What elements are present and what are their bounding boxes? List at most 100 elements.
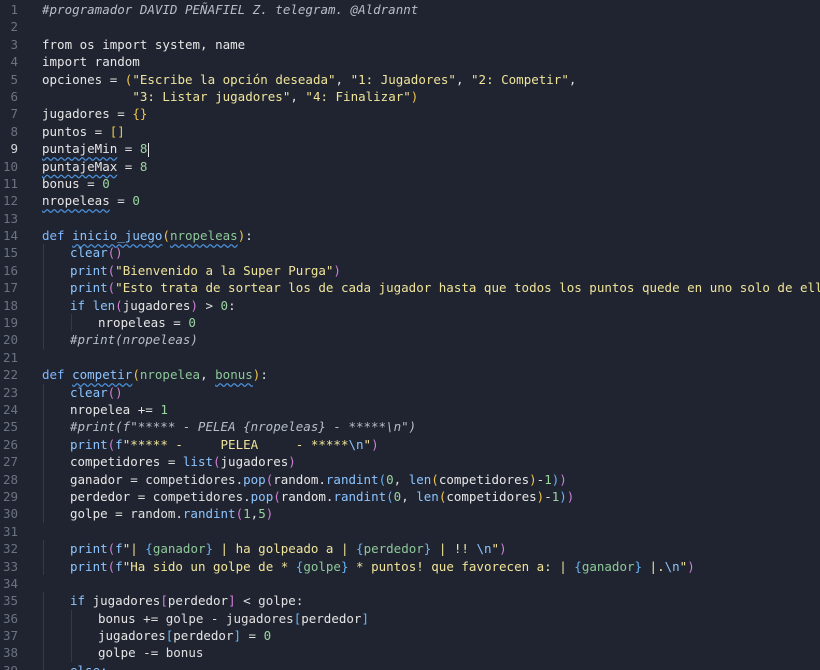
code-text[interactable]: perdedor = competidores.pop(random.randi…	[70, 488, 574, 505]
code-token: = competidores.	[130, 488, 251, 504]
code-line[interactable]: 6 "3: Listar jugadores", "4: Finalizar")	[0, 88, 820, 105]
indent-guide	[71, 609, 72, 628]
code-line[interactable]: 9 puntajeMin = 8	[0, 140, 820, 157]
code-line[interactable]: 18 if len(jugadores) > 0:	[0, 296, 820, 315]
code-line[interactable]: 27 competidores = list(jugadores)	[0, 453, 820, 471]
code-text[interactable]: print("Esto trata de sortear los de cada…	[70, 279, 820, 296]
code-line[interactable]: 2	[0, 18, 820, 35]
code-token: = random.	[107, 506, 183, 522]
code-token: "Esto trata de sortear los de cada jugad…	[115, 280, 820, 296]
code-line[interactable]: 13	[0, 210, 820, 227]
code-editor[interactable]: 1 #programador DAVID PEÑAFIEL Z. telegram…	[0, 0, 820, 670]
code-line[interactable]: 11 bonus = 0	[0, 175, 820, 192]
code-text[interactable]: bonus += golpe - jugadores[perdedor]	[98, 610, 369, 627]
code-line[interactable]: 33 print(f"Ha sido un golpe de * {golpe} …	[0, 557, 820, 575]
code-line[interactable]: 26 print(f"***** - PELEA - *****\n")	[0, 435, 820, 454]
code-token: )	[190, 297, 198, 313]
code-text[interactable]: #programador DAVID PEÑAFIEL Z. telegram.…	[42, 1, 418, 18]
code-token: :	[260, 367, 268, 383]
code-text[interactable]: def competir(nropelea, bonus):	[42, 366, 268, 383]
indent-guide	[43, 331, 44, 349]
code-line[interactable]: 23 clear()	[0, 383, 820, 401]
code-line[interactable]: 36 bonus += golpe - jugadores[perdedor]	[0, 609, 820, 628]
code-text[interactable]: print(f"***** - PELEA - *****\n")	[70, 436, 379, 453]
code-text[interactable]: bonus = 0	[42, 175, 110, 192]
code-text[interactable]: print(f"Ha sido un golpe de * {golpe} * …	[70, 558, 695, 575]
indent-guide	[43, 418, 44, 436]
line-number: 25	[2, 419, 18, 435]
code-line[interactable]: 34	[0, 575, 820, 592]
indent-guide	[43, 627, 44, 645]
code-token: )	[566, 488, 575, 504]
code-token: "Escribe la opción deseada"	[132, 71, 336, 87]
code-line[interactable]: 16 print("Bienvenido a la Super Purga")	[0, 261, 820, 280]
code-token: f	[115, 558, 123, 574]
code-line[interactable]: 21	[0, 349, 820, 366]
code-text[interactable]: "3: Listar jugadores", "4: Finalizar")	[42, 88, 418, 105]
code-token: ()	[107, 245, 123, 261]
line-number: 8	[10, 123, 18, 139]
code-text[interactable]: def inicio_juego(nropeleas):	[42, 227, 253, 244]
code-text[interactable]: puntajeMax = 8	[42, 158, 147, 175]
code-text[interactable]: print("Bienvenido a la Super Purga")	[70, 262, 341, 279]
code-text[interactable]: nropelea += 1	[70, 401, 168, 418]
code-line[interactable]: 20 #print(nropeleas)	[0, 331, 820, 349]
code-line[interactable]: 1 #programador DAVID PEÑAFIEL Z. telegram…	[0, 1, 820, 18]
code-line[interactable]: 8 puntos = []	[0, 123, 820, 140]
code-token: len	[92, 297, 116, 313]
code-text[interactable]: puntajeMin = 8	[42, 140, 150, 157]
code-text[interactable]: opciones = ("Escribe la opción deseada",…	[42, 71, 576, 88]
line-number: 2	[10, 19, 18, 35]
code-text[interactable]: ganador = competidores.pop (random.randin…	[70, 471, 567, 488]
line-number: 29	[2, 488, 18, 504]
code-text[interactable]: if len(jugadores) > 0:	[70, 297, 236, 314]
code-line[interactable]: 25 #print(f"***** - PELEA {nropeleas} - *…	[0, 418, 820, 436]
code-line[interactable]: 12 nropeleas = 0	[0, 192, 820, 209]
code-line[interactable]: 5 opciones = ("Escribe la opción deseada"…	[0, 71, 820, 88]
code-line[interactable]: 3 from os import system, name	[0, 36, 820, 53]
code-line[interactable]: 38 golpe -= bonus	[0, 644, 820, 662]
code-text[interactable]: jugadores[perdedor] = 0	[98, 627, 271, 644]
line-number: 12	[2, 193, 18, 209]
code-text[interactable]: nropeleas = 0	[42, 192, 140, 209]
code-text[interactable]: if jugadores[perdedor] < golpe:	[70, 592, 303, 609]
code-text[interactable]: nropeleas = 0	[98, 314, 196, 331]
code-line[interactable]: 28 ganador = competidores.pop (random.rand…	[0, 470, 820, 488]
code-line[interactable]: 14 def inicio_juego(nropeleas):	[0, 227, 820, 244]
code-token: =	[87, 123, 110, 139]
code-text[interactable]: golpe = random.randint(1,5)	[70, 505, 273, 522]
code-text[interactable]: puntos = []	[42, 123, 125, 140]
code-line[interactable]: 19 nropeleas = 0	[0, 314, 820, 332]
code-text[interactable]: clear()	[70, 384, 123, 401]
code-line[interactable]: 15 clear()	[0, 244, 820, 262]
code-token: ,	[335, 71, 351, 87]
line-number: 4	[10, 54, 18, 70]
code-text[interactable]: #print(nropeleas)	[70, 331, 198, 348]
code-line[interactable]: 32 print(f"| {ganador} | ha golpeado a | …	[0, 540, 820, 558]
code-line[interactable]: 7 jugadores = {}	[0, 105, 820, 122]
code-token: += golpe - jugadores	[135, 610, 294, 626]
code-token: randint	[333, 488, 387, 504]
code-line[interactable]: 30 golpe = random.randint(1,5)	[0, 505, 820, 523]
code-token: perdedor	[301, 610, 362, 626]
code-token: (	[213, 454, 221, 470]
code-text[interactable]: jugadores = {}	[42, 105, 147, 122]
code-line[interactable]: 35 if jugadores[perdedor] < golpe:	[0, 592, 820, 610]
code-text[interactable]: import random	[42, 53, 140, 70]
code-line[interactable]: 10 puntajeMax = 8	[0, 158, 820, 175]
code-text[interactable]: #print(f"***** - PELEA {nropeleas} - ***…	[70, 418, 416, 435]
code-text[interactable]: golpe -= bonus	[98, 644, 203, 661]
code-text[interactable]: clear()	[70, 244, 123, 261]
code-token: nropelea	[139, 367, 201, 383]
code-token: \n	[664, 558, 680, 574]
code-line[interactable]: 24 nropelea += 1	[0, 400, 820, 419]
code-line[interactable]: 22 def competir(nropelea, bonus):	[0, 366, 820, 383]
code-text[interactable]: print(f"| {ganador} | ha golpeado a | {p…	[70, 540, 507, 557]
code-line[interactable]: 31	[0, 523, 820, 540]
code-text[interactable]: from os import system, name	[42, 36, 245, 53]
code-line[interactable]: 29 perdedor = competidores.pop(random.ran…	[0, 487, 820, 506]
code-line[interactable]: 4 import random	[0, 53, 820, 70]
code-line[interactable]: 37 jugadores[perdedor] = 0	[0, 627, 820, 645]
code-line[interactable]: 17 print("Esto trata de sortear los de ca…	[0, 279, 820, 297]
code-text[interactable]: competidores = list(jugadores)	[70, 453, 296, 470]
